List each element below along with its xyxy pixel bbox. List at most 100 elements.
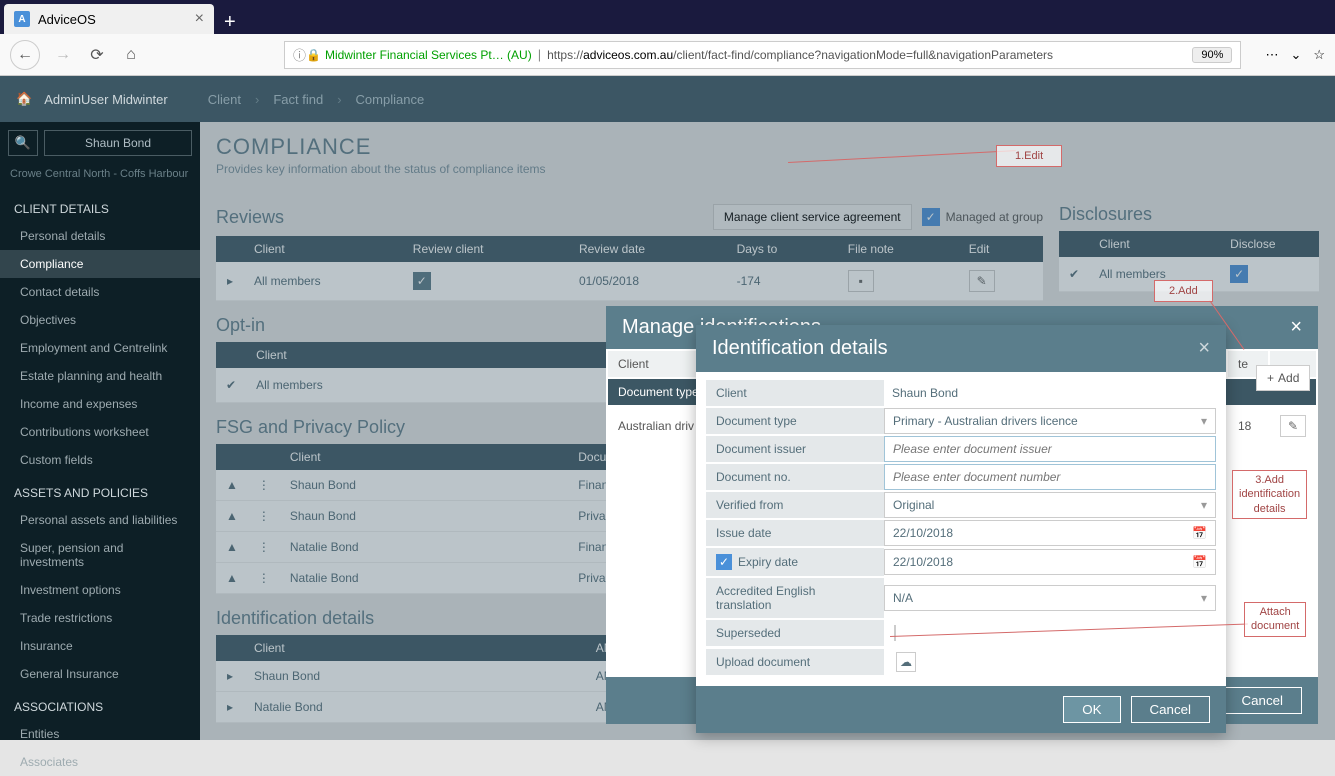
- section-assoc: ASSOCIATIONS: [0, 688, 200, 720]
- reload-button[interactable]: ⟳: [86, 44, 108, 66]
- sidebar-item-super[interactable]: Super, pension and investments: [0, 534, 200, 576]
- label-expiry: ✓Expiry date: [706, 548, 884, 576]
- url-bar[interactable]: ⓘ 🔒 Midwinter Financial Services Pt… (AU…: [284, 41, 1241, 69]
- chevron-down-icon: ▾: [1201, 498, 1207, 512]
- home-icon[interactable]: 🏠: [16, 91, 32, 107]
- warn-icon: ▲: [226, 478, 238, 492]
- label-doctype: Document type: [706, 408, 884, 434]
- sidebar-item-insurance[interactable]: Insurance: [0, 632, 200, 660]
- pocket-icon[interactable]: ⌄: [1290, 47, 1301, 63]
- annotation-1: 1.Edit: [996, 145, 1062, 167]
- managed-label: Managed at group: [946, 210, 1043, 224]
- page-subtitle: Provides key information about the statu…: [216, 162, 1319, 176]
- close-icon[interactable]: ×: [1290, 316, 1302, 339]
- search-icon: 🔍: [15, 135, 31, 151]
- issue-date-input[interactable]: 22/10/2018📅: [884, 520, 1216, 546]
- home-button[interactable]: ⌂: [120, 44, 142, 66]
- ok-button[interactable]: OK: [1063, 696, 1120, 723]
- new-tab-button[interactable]: +: [214, 11, 246, 34]
- back-button[interactable]: ←: [10, 40, 40, 70]
- browser-tab[interactable]: A AdviceOS ×: [4, 4, 214, 34]
- menu-icon[interactable]: ⋮: [258, 571, 270, 585]
- label-issuer: Document issuer: [706, 436, 884, 462]
- expand-icon[interactable]: ▸: [227, 700, 233, 714]
- optin-title: Opt-in: [216, 315, 265, 336]
- verified-select[interactable]: Original▾: [884, 492, 1216, 518]
- tab-close-icon[interactable]: ×: [195, 10, 204, 28]
- forward-button[interactable]: →: [52, 44, 74, 66]
- menu-icon[interactable]: ⋮: [258, 478, 270, 492]
- calendar-icon: 📅: [1192, 526, 1207, 540]
- review-client-checkbox[interactable]: ✓: [413, 272, 431, 290]
- doctype-select[interactable]: Primary - Australian drivers licence▾: [884, 408, 1216, 434]
- sidebar-item-general-ins[interactable]: General Insurance: [0, 660, 200, 688]
- table-row[interactable]: ▸ All members ✓ 01/05/2018 -174 ▪ ✎: [216, 262, 1043, 301]
- expiry-date-input[interactable]: 22/10/2018📅: [884, 549, 1216, 575]
- ok-icon: ✔: [226, 378, 236, 392]
- zoom-level[interactable]: 90%: [1192, 47, 1232, 63]
- expand-icon[interactable]: ▸: [227, 669, 233, 683]
- issuer-input[interactable]: [884, 436, 1216, 462]
- lock-icon: 🔒: [306, 48, 321, 62]
- section-assets: ASSETS AND POLICIES: [0, 474, 200, 506]
- sidebar-item-entities[interactable]: Entities: [0, 720, 200, 748]
- sidebar-item-contrib[interactable]: Contributions worksheet: [0, 418, 200, 446]
- filenote-button[interactable]: ▪: [848, 270, 874, 292]
- identification-details-modal: Identification details × ClientShaun Bon…: [696, 325, 1226, 733]
- warn-icon: ▲: [226, 571, 238, 585]
- upload-button[interactable]: ☁: [896, 652, 916, 672]
- docno-input[interactable]: [884, 464, 1216, 490]
- sidebar-item-associates[interactable]: Associates: [0, 748, 200, 776]
- sidebar-item-personal[interactable]: Personal details: [0, 222, 200, 250]
- reviews-table: ClientReview clientReview dateDays toFil…: [216, 236, 1043, 301]
- sidebar-item-trade[interactable]: Trade restrictions: [0, 604, 200, 632]
- manage-agreement-button[interactable]: Manage client service agreement: [713, 204, 912, 230]
- managed-checkbox[interactable]: ✓: [922, 208, 940, 226]
- add-button[interactable]: + Add: [1256, 365, 1310, 391]
- close-icon[interactable]: ×: [1198, 337, 1210, 360]
- menu-icon[interactable]: ⋮: [258, 540, 270, 554]
- edit-button[interactable]: ✎: [1280, 415, 1306, 437]
- label-issue: Issue date: [706, 520, 884, 546]
- label-client: Client: [706, 380, 884, 406]
- expand-icon[interactable]: ▸: [227, 274, 233, 288]
- fsg-title: FSG and Privacy Policy: [216, 417, 405, 438]
- current-user[interactable]: AdminUser Midwinter: [44, 92, 168, 107]
- sidebar-item-investment[interactable]: Investment options: [0, 576, 200, 604]
- label-super: Superseded: [706, 620, 884, 646]
- sidebar-item-objectives[interactable]: Objectives: [0, 306, 200, 334]
- sidebar-item-contact[interactable]: Contact details: [0, 278, 200, 306]
- calendar-icon: 📅: [1192, 555, 1207, 569]
- translation-select[interactable]: N/A▾: [884, 585, 1216, 611]
- sidebar-item-estate[interactable]: Estate planning and health: [0, 362, 200, 390]
- more-icon[interactable]: ⋯: [1265, 47, 1278, 63]
- section-client-details: CLIENT DETAILS: [0, 190, 200, 222]
- cancel-button[interactable]: Cancel: [1223, 687, 1303, 714]
- label-upload: Upload document: [706, 649, 884, 675]
- info-icon[interactable]: ⓘ: [293, 45, 306, 64]
- expiry-checkbox[interactable]: ✓: [716, 554, 732, 570]
- sidebar-item-compliance[interactable]: Compliance: [0, 250, 200, 278]
- reviews-title: Reviews Manage client service agreement …: [216, 204, 1043, 230]
- edit-button[interactable]: ✎: [969, 270, 995, 292]
- page-title: COMPLIANCE: [216, 134, 1319, 160]
- cancel-button[interactable]: Cancel: [1131, 696, 1211, 723]
- sidebar-item-employment[interactable]: Employment and Centrelink: [0, 334, 200, 362]
- menu-icon[interactable]: ⋮: [258, 509, 270, 523]
- org-label: Crowe Central North - Coffs Harbour: [0, 164, 200, 190]
- sidebar-item-personal-assets[interactable]: Personal assets and liabilities: [0, 506, 200, 534]
- search-button[interactable]: 🔍: [8, 130, 38, 156]
- superseded-checkbox[interactable]: [894, 625, 896, 641]
- label-verified: Verified from: [706, 492, 884, 518]
- plus-icon: +: [1267, 371, 1274, 385]
- sidebar-item-income[interactable]: Income and expenses: [0, 390, 200, 418]
- label-trans: Accredited English translation: [706, 578, 884, 618]
- chevron-down-icon: ▾: [1201, 591, 1207, 605]
- tab-title: AdviceOS: [38, 12, 96, 27]
- client-selector[interactable]: Shaun Bond: [44, 130, 192, 156]
- sidebar: 🔍 Shaun Bond Crowe Central North - Coffs…: [0, 76, 200, 740]
- modal-title: Identification details: [712, 337, 888, 360]
- sidebar-item-custom[interactable]: Custom fields: [0, 446, 200, 474]
- star-icon[interactable]: ☆: [1313, 47, 1325, 63]
- disclose-checkbox[interactable]: ✓: [1230, 265, 1248, 283]
